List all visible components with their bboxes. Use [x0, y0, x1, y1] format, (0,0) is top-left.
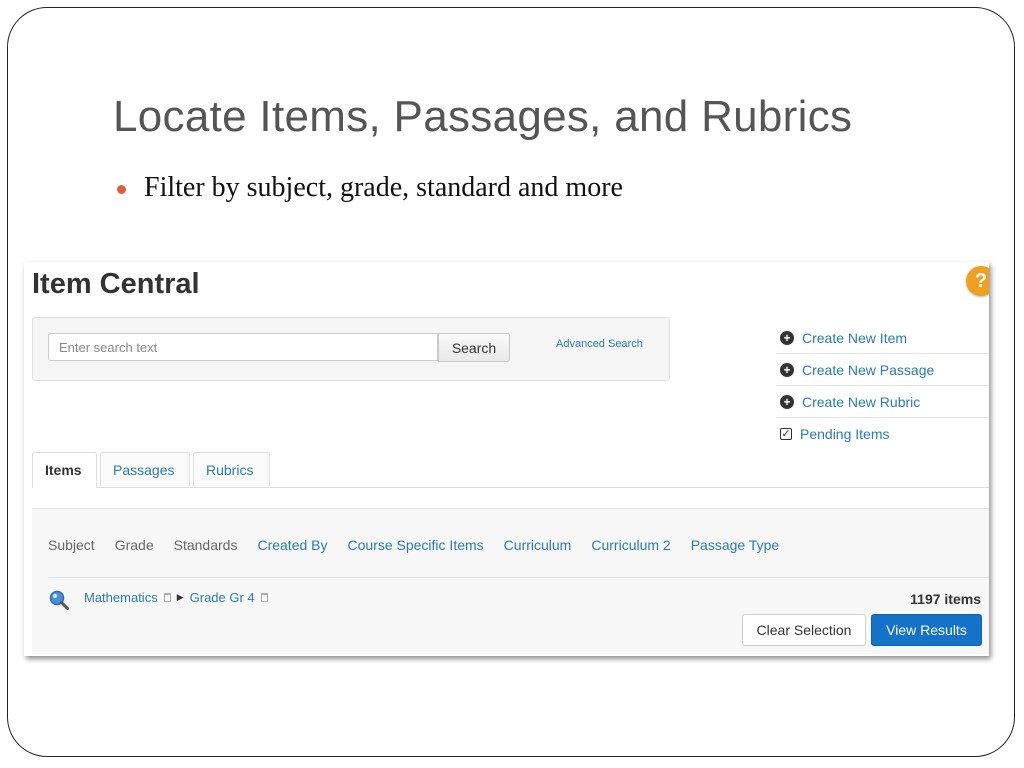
facet-grade[interactable]: Grade — [115, 537, 154, 553]
magnifier-icon[interactable] — [48, 589, 70, 611]
action-list: + Create New Item + Create New Passage +… — [776, 322, 989, 450]
crumb-mathematics[interactable]: Mathematics — [84, 590, 158, 605]
search-button[interactable]: Search — [438, 333, 510, 362]
facet-curriculum[interactable]: Curriculum — [504, 537, 572, 553]
item-count: 1197 items — [910, 591, 981, 607]
slide-title: Locate Items, Passages, and Rubrics — [113, 92, 853, 141]
search-panel: Search Advanced Search — [32, 317, 670, 381]
caret-right-icon: ▶ — [176, 592, 184, 602]
facet-passage-type[interactable]: Passage Type — [691, 537, 779, 553]
selection-breadcrumb: Mathematics ▶ Grade Gr 4 — [84, 590, 274, 605]
facet-standards[interactable]: Standards — [174, 537, 238, 553]
create-new-passage-link[interactable]: + Create New Passage — [776, 354, 989, 386]
divider — [48, 577, 989, 578]
tab-passages[interactable]: Passages — [100, 452, 190, 486]
facet-course-specific-items[interactable]: Course Specific Items — [348, 537, 484, 553]
facet-bar: Subject Grade Standards Created By Cours… — [48, 537, 779, 553]
item-central-screenshot: Item Central ? Search Advanced Search + … — [24, 262, 989, 656]
page-title: Item Central — [32, 268, 200, 300]
create-new-item-link[interactable]: + Create New Item — [776, 322, 989, 354]
tab-items[interactable]: Items — [32, 452, 97, 488]
tab-rubrics[interactable]: Rubrics — [193, 452, 270, 486]
facet-curriculum-2[interactable]: Curriculum 2 — [591, 537, 670, 553]
plus-circle-icon: + — [780, 330, 794, 345]
help-icon[interactable]: ? — [966, 266, 989, 296]
plus-circle-icon: + — [780, 362, 794, 377]
create-new-rubric-link[interactable]: + Create New Rubric — [776, 386, 989, 418]
action-label: Create New Passage — [802, 361, 935, 378]
filter-panel: Subject Grade Standards Created By Cours… — [32, 508, 989, 654]
action-label: Pending Items — [800, 426, 890, 442]
action-label: Create New Item — [802, 329, 908, 346]
trash-icon[interactable] — [260, 593, 268, 602]
trash-icon[interactable] — [163, 593, 171, 602]
facet-created-by[interactable]: Created By — [257, 537, 327, 553]
crumb-grade[interactable]: Grade Gr 4 — [190, 590, 255, 605]
plus-circle-icon: + — [780, 394, 794, 409]
pending-items-link[interactable]: ✓ Pending Items — [776, 418, 989, 450]
slide-bullet: Filter by subject, grade, standard and m… — [117, 172, 623, 204]
view-results-button[interactable]: View Results — [871, 614, 982, 646]
clear-selection-button[interactable]: Clear Selection — [742, 614, 866, 646]
bullet-dot-icon — [117, 184, 126, 194]
facet-subject[interactable]: Subject — [48, 537, 95, 553]
checkbox-icon: ✓ — [780, 428, 792, 440]
tab-bar: Items Passages Rubrics — [32, 452, 989, 488]
search-input[interactable] — [48, 333, 438, 361]
action-label: Create New Rubric — [802, 393, 921, 410]
bullet-text: Filter by subject, grade, standard and m… — [144, 172, 623, 203]
advanced-search-link[interactable]: Advanced Search — [556, 338, 643, 350]
